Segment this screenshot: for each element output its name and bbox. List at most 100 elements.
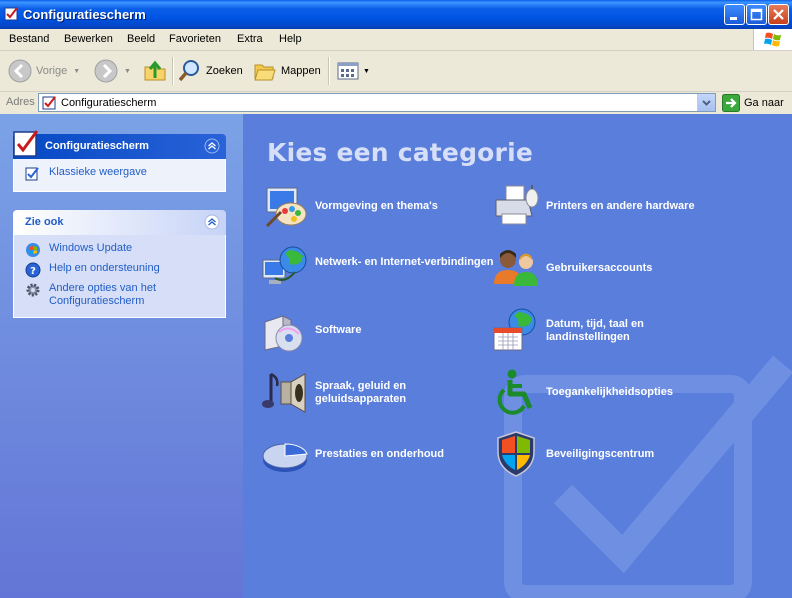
choose-category-heading: Kies een categorie: [267, 138, 534, 167]
go-button[interactable]: Ga naar: [722, 94, 784, 112]
control-panel-panel-body: Klassieke weergave: [13, 159, 226, 192]
folders-icon: [254, 64, 276, 81]
control-panel-icon: [13, 130, 39, 157]
back-label: Vorige: [36, 65, 68, 77]
category-user-accounts[interactable]: Gebruikersaccounts: [492, 244, 722, 294]
minimize-icon: [730, 17, 737, 20]
gear-icon: [26, 283, 40, 297]
see-also-panel-title: Zie ook: [25, 216, 64, 228]
menu-beeld[interactable]: Beeld: [127, 33, 155, 45]
windows-update-label: Windows Update: [49, 242, 133, 254]
category-security-center[interactable]: Beveiligingscentrum: [492, 430, 722, 480]
category-accessibility[interactable]: Toegankelijkheidsopties: [492, 368, 722, 418]
see-also-panel-header[interactable]: Zie ook: [13, 210, 226, 235]
category-performance-maintenance[interactable]: Prestaties en onderhoud: [261, 430, 491, 480]
address-value[interactable]: Configuratiescherm: [61, 97, 156, 109]
performance-maintenance-label: Prestaties en onderhoud: [315, 448, 444, 460]
back-button[interactable]: Vorige ▼: [8, 57, 80, 85]
up-folder-button[interactable]: [143, 57, 167, 85]
address-field[interactable]: Configuratiescherm: [38, 93, 716, 112]
category-appearance-themes[interactable]: Vormgeving en thema's: [261, 182, 491, 232]
menu-favorieten[interactable]: Favorieten: [169, 33, 221, 45]
performance-maintenance-icon: [262, 443, 308, 472]
address-dropdown-button[interactable]: [697, 94, 715, 111]
close-button[interactable]: [768, 4, 789, 25]
sounds-audio-icon: [262, 372, 306, 413]
add-remove-programs-icon: [264, 315, 303, 352]
forward-button[interactable]: ▼: [94, 57, 131, 85]
user-accounts-icon: [494, 250, 538, 286]
search-label: Zoeken: [206, 65, 243, 77]
windows-update-link[interactable]: Windows Update: [14, 242, 225, 260]
go-label: Ga naar: [744, 97, 784, 109]
control-panel-task-panel: Configuratiescherm Klassieke weergave: [13, 130, 226, 192]
standard-toolbar: Vorige ▼ ▼ Zoeken Mappen ▼: [0, 51, 792, 92]
menu-bewerken[interactable]: Bewerken: [64, 33, 113, 45]
forward-arrow-icon: [94, 59, 118, 83]
content-area: Configuratiescherm Klassieke weergave Zi…: [0, 114, 792, 598]
menu-bestand[interactable]: Bestand: [9, 33, 49, 45]
window-title: Configuratiescherm: [23, 7, 146, 22]
category-printers-hardware[interactable]: Printers en andere hardware: [492, 182, 722, 232]
menu-extra[interactable]: Extra: [237, 33, 263, 45]
other-options-label: Andere opties van het Configuratiescherm: [49, 282, 157, 307]
folders-button[interactable]: Mappen: [253, 57, 321, 85]
see-also-panel-body: Windows Update ? Help en ondersteuning A…: [13, 235, 226, 318]
sounds-audio-label: Spraak, geluid en geluidsapparaten: [315, 380, 407, 405]
toolbar-separator: [172, 57, 174, 85]
menu-help[interactable]: Help: [279, 33, 302, 45]
date-time-language-icon: [493, 308, 536, 351]
back-arrow-icon: [8, 59, 32, 83]
svg-text:?: ?: [30, 266, 36, 277]
views-dropdown-icon[interactable]: ▼: [363, 68, 370, 75]
control-panel-window: Configuratiescherm Bestand Bewerken Beel…: [0, 0, 792, 598]
network-connections-icon: [262, 246, 307, 284]
close-icon: [773, 9, 784, 20]
category-software[interactable]: Software: [261, 306, 491, 356]
back-dropdown-icon[interactable]: ▼: [73, 68, 80, 75]
minimize-button[interactable]: [724, 4, 745, 25]
go-arrow-icon: [722, 94, 740, 112]
collapse-icon[interactable]: [204, 138, 220, 154]
maximize-button[interactable]: [746, 4, 767, 25]
views-button[interactable]: ▼: [336, 57, 370, 85]
user-accounts-label: Gebruikersaccounts: [546, 262, 653, 274]
help-support-link[interactable]: ? Help en ondersteuning: [14, 262, 225, 280]
maximize-icon: [750, 8, 763, 21]
printers-hardware-label: Printers en andere hardware: [546, 200, 695, 212]
printer-hardware-icon: [495, 185, 539, 225]
security-center-icon: [497, 431, 535, 477]
classic-view-icon: [25, 167, 39, 181]
network-connections-label: Netwerk- en Internet-verbindingen: [315, 256, 494, 268]
folders-label: Mappen: [281, 65, 321, 77]
views-icon: [337, 62, 359, 80]
software-label: Software: [315, 324, 362, 336]
category-date-time-language[interactable]: Datum, tijd, taal en landinstellingen: [492, 306, 722, 356]
windows-update-icon: [26, 243, 40, 257]
category-sounds-audio[interactable]: Spraak, geluid en geluidsapparaten: [261, 368, 491, 418]
accessibility-label: Toegankelijkheidsopties: [546, 386, 673, 398]
collapse-icon[interactable]: [204, 214, 220, 230]
control-panel-icon: [4, 7, 18, 21]
title-bar[interactable]: Configuratiescherm: [0, 0, 792, 29]
security-center-label: Beveiligingscentrum: [546, 448, 655, 460]
classic-view-link[interactable]: Klassieke weergave: [14, 166, 225, 184]
address-label: Adres: [6, 96, 35, 108]
control-panel-panel-title: Configuratiescherm: [45, 140, 149, 152]
category-network-connections[interactable]: Netwerk- en Internet-verbindingen: [261, 244, 493, 294]
toolbar-separator: [328, 57, 330, 85]
up-folder-icon: [144, 60, 166, 81]
control-panel-icon: [42, 96, 56, 110]
accessibility-icon: [497, 369, 533, 415]
help-icon: ?: [25, 262, 41, 278]
help-support-label: Help en ondersteuning: [49, 262, 160, 274]
appearance-themes-label: Vormgeving en thema's: [315, 200, 438, 212]
task-pane: Configuratiescherm Klassieke weergave Zi…: [0, 114, 243, 598]
other-options-link[interactable]: Andere opties van het Configuratiescherm: [14, 282, 225, 310]
menu-bar: Bestand Bewerken Beeld Favorieten Extra …: [0, 29, 792, 51]
control-panel-panel-header[interactable]: Configuratiescherm: [13, 130, 226, 159]
classic-view-label: Klassieke weergave: [49, 166, 147, 178]
see-also-task-panel: Zie ook Windows Update ? Help en onderst…: [13, 210, 226, 318]
search-button[interactable]: Zoeken: [178, 57, 243, 85]
forward-dropdown-icon[interactable]: ▼: [124, 68, 131, 75]
